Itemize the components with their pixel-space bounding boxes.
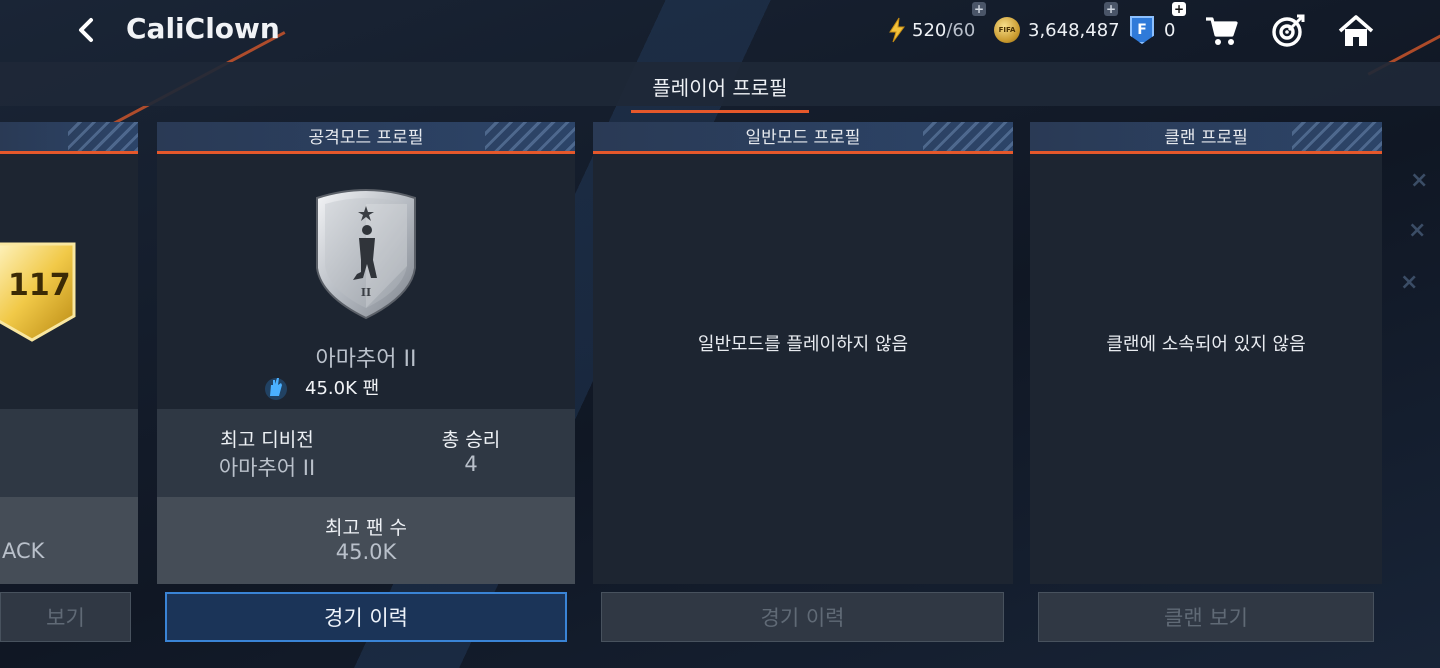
- home-button[interactable]: [1336, 12, 1376, 50]
- top-bar: CaliClown 520/60 + FIFA 3,648,487 + F 0 …: [0, 0, 1440, 62]
- best-division-stat: 최고 디비전 아마추어 II: [177, 425, 357, 482]
- coin-value: 3,648,487: [1028, 19, 1120, 41]
- objectives-button[interactable]: [1268, 12, 1308, 50]
- energy-counter[interactable]: 520/60 +: [888, 2, 986, 44]
- stats-box-secondary: 최고 팬 수 45.0K: [157, 497, 575, 584]
- partial-label: ACK: [2, 539, 45, 563]
- fan-count: 45.0K 팬: [261, 372, 379, 402]
- add-energy-button[interactable]: +: [972, 2, 986, 16]
- clan-profile-card: 클랜 프로필 클랜에 소속되어 있지 않음: [1030, 122, 1382, 584]
- subheader-bar: 플레이어 프로필: [0, 62, 1440, 106]
- stats-box-secondary: ACK: [0, 497, 138, 584]
- background-x-mark: ×: [1400, 270, 1419, 295]
- rank-rating: 117: [8, 268, 71, 303]
- fpoints-counter[interactable]: F 0 +: [1130, 2, 1186, 44]
- target-icon: [1272, 14, 1305, 47]
- normal-match-history-button[interactable]: 경기 이력: [601, 592, 1004, 642]
- clan-message: 클랜에 소속되어 있지 않음: [1106, 334, 1306, 355]
- division-name: 아마추어 II: [315, 347, 417, 372]
- header-stripes: [485, 122, 575, 151]
- max-fans-label: 최고 팬 수: [325, 517, 407, 539]
- header-stripes: [923, 122, 1013, 151]
- energy-max: /60: [946, 19, 976, 41]
- cart-icon: [1206, 17, 1238, 45]
- username: CaliClown: [126, 12, 280, 45]
- background-x-mark: ×: [1408, 218, 1427, 243]
- silver-shield-icon: II: [316, 189, 416, 320]
- best-division-label: 최고 디비전: [220, 429, 314, 451]
- card-header: 공격모드 프로필: [157, 122, 575, 154]
- coin-counter[interactable]: FIFA 3,648,487 +: [994, 2, 1120, 44]
- stats-box: [0, 409, 138, 497]
- attack-mode-profile-card: 공격모드 프로필 II 아마추어 II 45.0K 팬 최고 디비전 아마추어 …: [157, 122, 575, 584]
- lightning-icon: [889, 17, 905, 43]
- card-header: [0, 122, 138, 154]
- max-fans-stat: 최고 팬 수 45.0K: [157, 513, 575, 564]
- shop-button[interactable]: [1202, 12, 1242, 50]
- fan-hand-icon: [265, 378, 287, 400]
- attack-match-history-button[interactable]: 경기 이력: [165, 592, 567, 642]
- tab-player-profile[interactable]: 플레이어 프로필: [631, 72, 809, 101]
- fpoints-shield-icon: F: [1130, 16, 1154, 44]
- add-fpoints-button[interactable]: +: [1172, 2, 1186, 16]
- normal-mode-message: 일반모드를 플레이하지 않음: [697, 334, 909, 355]
- partial-view-button[interactable]: 보기: [0, 592, 131, 642]
- coin-icon: FIFA: [994, 17, 1020, 43]
- view-clan-button[interactable]: 클랜 보기: [1038, 592, 1374, 642]
- active-tab-indicator: [631, 110, 809, 113]
- card-header: 클랜 프로필: [1030, 122, 1382, 154]
- card-header: 일반모드 프로필: [593, 122, 1013, 154]
- add-coins-button[interactable]: +: [1104, 2, 1118, 16]
- partial-profile-card: 117 ACK: [0, 122, 138, 584]
- stats-box: 최고 디비전 아마추어 II 총 승리 4: [157, 409, 575, 497]
- normal-mode-profile-card: 일반모드 프로필 일반모드를 플레이하지 않음: [593, 122, 1013, 584]
- energy-value: 520: [912, 19, 947, 41]
- back-button[interactable]: [70, 14, 102, 46]
- header-stripes: [1292, 122, 1382, 151]
- svg-text:II: II: [361, 286, 371, 299]
- total-wins-label: 총 승리: [441, 429, 501, 451]
- fpoints-value: 0: [1164, 19, 1176, 41]
- background-x-mark: ×: [1410, 168, 1429, 193]
- total-wins-stat: 총 승리 4: [401, 425, 541, 476]
- home-icon: [1338, 15, 1374, 46]
- division-badge: II: [313, 186, 419, 320]
- total-wins-value: 4: [464, 452, 478, 476]
- max-fans-value: 45.0K: [335, 540, 397, 564]
- chevron-left-icon: [79, 18, 93, 42]
- rank-badge: 117: [0, 234, 80, 344]
- best-division-value: 아마추어 II: [218, 456, 316, 480]
- header-stripes: [68, 122, 138, 151]
